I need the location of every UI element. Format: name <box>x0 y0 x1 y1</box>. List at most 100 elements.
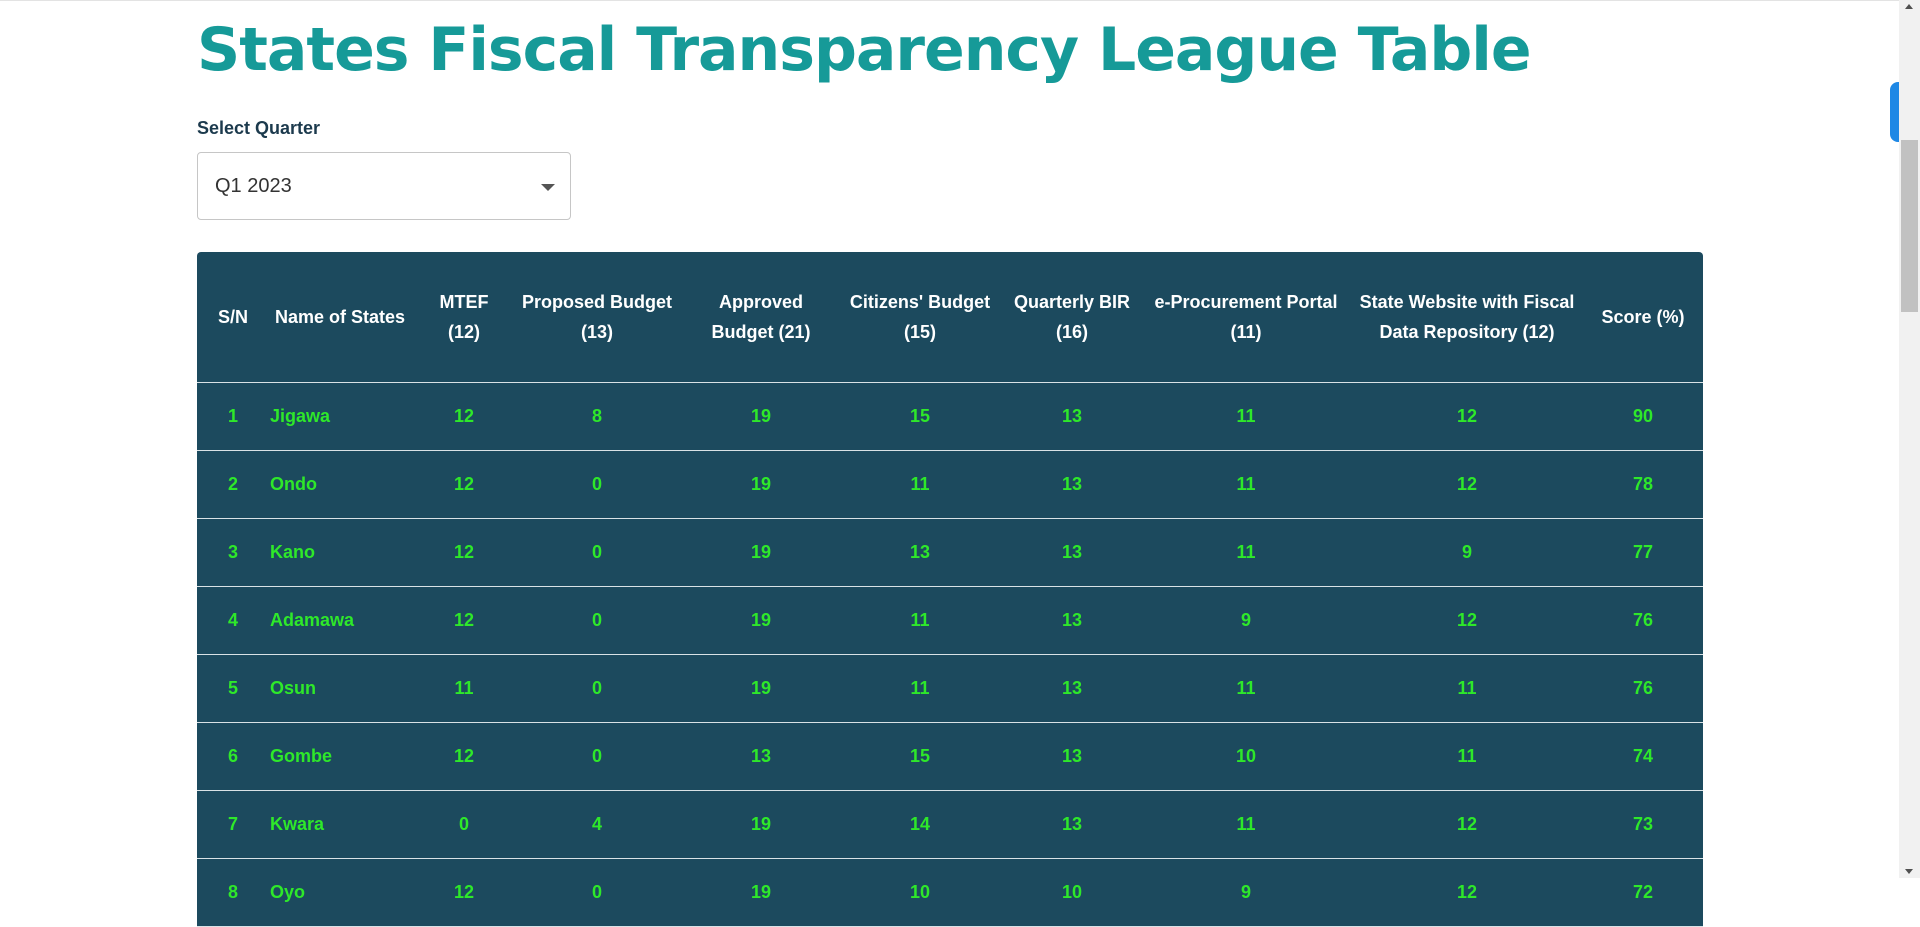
cell-score: 74 <box>1583 722 1703 791</box>
table-header-row: S/N Name of States MTEF (12) Proposed Bu… <box>197 252 1703 383</box>
quarter-select-label: Select Quarter <box>197 118 321 138</box>
cell-state-name: Osun <box>269 654 419 723</box>
cell-state-name: Kano <box>269 518 419 587</box>
cell-state-name: Ondo <box>269 450 419 519</box>
cell-quarterly-bir: 13 <box>1003 654 1141 723</box>
quarter-select-value: Q1 2023 <box>215 175 292 197</box>
cell-mtef: 12 <box>419 450 509 519</box>
cell-mtef: 12 <box>419 518 509 587</box>
cell-state-website: 12 <box>1351 382 1583 451</box>
cell-mtef: 12 <box>419 858 509 927</box>
cell-sn: 7 <box>197 790 269 859</box>
cell-citizens-budget: 15 <box>837 382 1003 451</box>
scroll-down-arrow-icon[interactable] <box>1905 869 1913 874</box>
cell-state-website: 11 <box>1351 654 1583 723</box>
cell-approved-budget: 19 <box>685 450 837 519</box>
cell-state-name: Kwara <box>269 790 419 859</box>
table-row: 7 Kwara 0 4 19 14 13 11 12 73 <box>197 790 1703 859</box>
league-table: S/N Name of States MTEF (12) Proposed Bu… <box>197 252 1703 927</box>
cell-sn: 6 <box>197 722 269 791</box>
cell-state-website: 12 <box>1351 790 1583 859</box>
cell-sn: 2 <box>197 450 269 519</box>
cell-approved-budget: 19 <box>685 790 837 859</box>
cell-state-name: Gombe <box>269 722 419 791</box>
cell-quarterly-bir: 13 <box>1003 450 1141 519</box>
cell-mtef: 12 <box>419 586 509 655</box>
cell-state-website: 12 <box>1351 450 1583 519</box>
header-mtef: MTEF (12) <box>419 252 509 383</box>
header-name-of-states: Name of States <box>269 252 419 383</box>
header-quarterly-bir: Quarterly BIR (16) <box>1003 252 1141 383</box>
cell-proposed-budget: 0 <box>509 586 685 655</box>
cell-citizens-budget: 14 <box>837 790 1003 859</box>
header-e-procurement-portal: e-Procurement Portal (11) <box>1141 252 1351 383</box>
cell-quarterly-bir: 13 <box>1003 382 1141 451</box>
cell-proposed-budget: 0 <box>509 858 685 927</box>
cell-proposed-budget: 0 <box>509 654 685 723</box>
header-proposed-budget: Proposed Budget (13) <box>509 252 685 383</box>
cell-score: 90 <box>1583 382 1703 451</box>
cell-proposed-budget: 0 <box>509 722 685 791</box>
caret-down-icon <box>541 184 555 191</box>
cell-mtef: 11 <box>419 654 509 723</box>
cell-approved-budget: 19 <box>685 858 837 927</box>
table-row: 8 Oyo 12 0 19 10 10 9 12 72 <box>197 858 1703 927</box>
cell-e-procurement: 11 <box>1141 518 1351 587</box>
cell-proposed-budget: 4 <box>509 790 685 859</box>
cell-state-website: 12 <box>1351 586 1583 655</box>
table-row: 6 Gombe 12 0 13 15 13 10 11 74 <box>197 722 1703 791</box>
cell-e-procurement: 9 <box>1141 858 1351 927</box>
side-feedback-tab[interactable] <box>1890 82 1899 142</box>
cell-proposed-budget: 0 <box>509 450 685 519</box>
quarter-select[interactable]: Q1 2023 <box>197 152 571 220</box>
cell-quarterly-bir: 10 <box>1003 858 1141 927</box>
cell-e-procurement: 10 <box>1141 722 1351 791</box>
cell-sn: 8 <box>197 858 269 927</box>
cell-citizens-budget: 11 <box>837 586 1003 655</box>
cell-state-name: Jigawa <box>269 382 419 451</box>
cell-score: 73 <box>1583 790 1703 859</box>
cell-citizens-budget: 11 <box>837 654 1003 723</box>
cell-score: 77 <box>1583 518 1703 587</box>
cell-e-procurement: 11 <box>1141 654 1351 723</box>
cell-quarterly-bir: 13 <box>1003 586 1141 655</box>
cell-citizens-budget: 15 <box>837 722 1003 791</box>
header-sn: S/N <box>197 252 269 383</box>
cell-sn: 5 <box>197 654 269 723</box>
cell-proposed-budget: 0 <box>509 518 685 587</box>
page-scrollbar[interactable] <box>1899 0 1920 878</box>
header-state-website: State Website with Fiscal Data Repositor… <box>1351 252 1583 383</box>
cell-score: 76 <box>1583 654 1703 723</box>
cell-citizens-budget: 11 <box>837 450 1003 519</box>
cell-citizens-budget: 10 <box>837 858 1003 927</box>
cell-approved-budget: 19 <box>685 518 837 587</box>
cell-e-procurement: 11 <box>1141 790 1351 859</box>
cell-quarterly-bir: 13 <box>1003 790 1141 859</box>
table-row: 5 Osun 11 0 19 11 13 11 11 76 <box>197 654 1703 723</box>
table-row: 2 Ondo 12 0 19 11 13 11 12 78 <box>197 450 1703 519</box>
table-row: 3 Kano 12 0 19 13 13 11 9 77 <box>197 518 1703 587</box>
cell-citizens-budget: 13 <box>837 518 1003 587</box>
header-score: Score (%) <box>1583 252 1703 383</box>
cell-approved-budget: 19 <box>685 586 837 655</box>
cell-approved-budget: 19 <box>685 382 837 451</box>
cell-state-website: 12 <box>1351 858 1583 927</box>
cell-proposed-budget: 8 <box>509 382 685 451</box>
cell-quarterly-bir: 13 <box>1003 518 1141 587</box>
cell-mtef: 12 <box>419 722 509 791</box>
scrollbar-thumb[interactable] <box>1901 140 1918 312</box>
cell-state-name: Adamawa <box>269 586 419 655</box>
header-citizens-budget: Citizens' Budget (15) <box>837 252 1003 383</box>
cell-mtef: 0 <box>419 790 509 859</box>
league-table-container: S/N Name of States MTEF (12) Proposed Bu… <box>197 252 1703 927</box>
scroll-up-arrow-icon[interactable] <box>1905 4 1913 9</box>
cell-state-website: 9 <box>1351 518 1583 587</box>
cell-mtef: 12 <box>419 382 509 451</box>
cell-approved-budget: 13 <box>685 722 837 791</box>
cell-score: 76 <box>1583 586 1703 655</box>
table-row: 1 Jigawa 12 8 19 15 13 11 12 90 <box>197 382 1703 451</box>
header-approved-budget: Approved Budget (21) <box>685 252 837 383</box>
top-border <box>0 0 1899 1</box>
cell-e-procurement: 11 <box>1141 450 1351 519</box>
cell-e-procurement: 9 <box>1141 586 1351 655</box>
